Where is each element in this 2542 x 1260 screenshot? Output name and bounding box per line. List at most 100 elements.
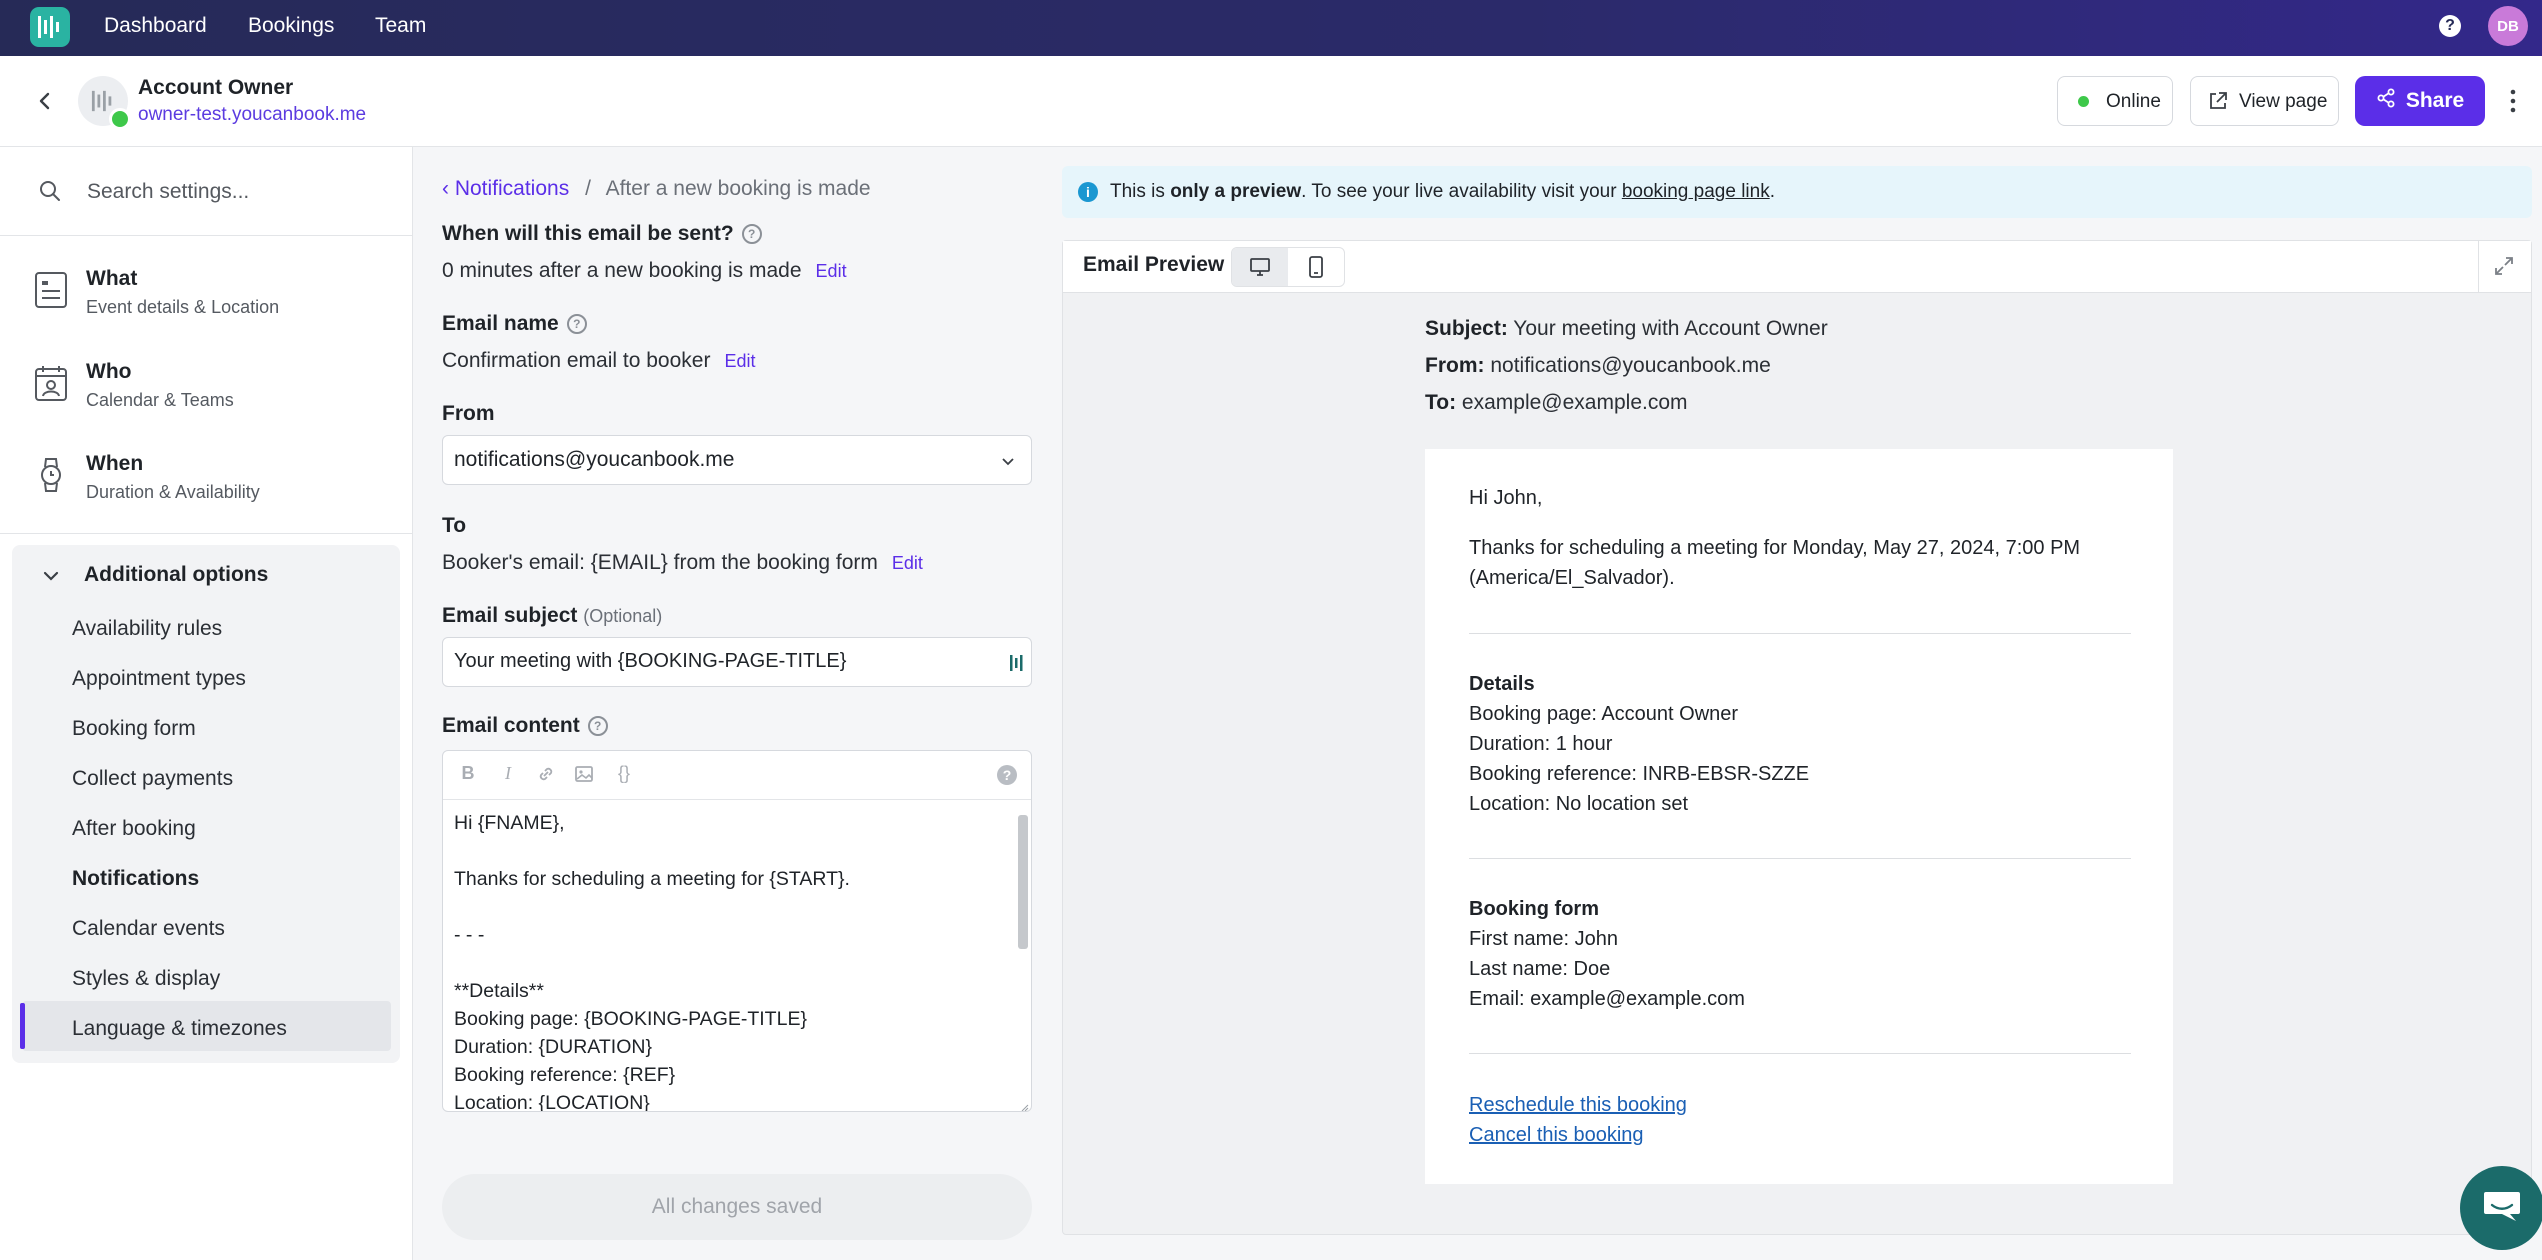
user-avatar[interactable]: DB <box>2488 6 2528 46</box>
resize-handle-icon[interactable] <box>1019 1099 1029 1111</box>
email-name-value-text: Confirmation email to booker <box>442 349 711 372</box>
share-icon <box>2376 88 2396 114</box>
email-subject-label: Email subject (Optional) <box>442 604 662 628</box>
email-subject-label-text: Email subject <box>442 604 578 627</box>
share-button[interactable]: Share <box>2355 76 2485 126</box>
chevron-down-icon <box>999 452 1017 475</box>
email-form-line: First name: John <box>1469 928 1618 950</box>
preview-to: To: example@example.com <box>1425 391 1688 415</box>
search-settings-input[interactable] <box>85 173 389 211</box>
image-icon[interactable] <box>573 763 595 785</box>
breadcrumb: ‹ Notifications / After a new booking is… <box>442 177 871 201</box>
account-url-link[interactable]: owner-test.youcanbook.me <box>138 104 366 126</box>
help-circle-icon[interactable]: ? <box>566 314 587 334</box>
mobile-phone-icon <box>1308 256 1324 283</box>
settings-search <box>0 147 412 236</box>
expand-preview-button[interactable] <box>2478 241 2531 292</box>
email-preview-header: Email Preview <box>1063 241 2531 293</box>
sidebar-item-subtitle: Event details & Location <box>86 297 280 317</box>
chat-support-button[interactable] <box>2460 1166 2542 1250</box>
sidebar-item-who[interactable]: Who Calendar & Teams <box>0 340 412 432</box>
sidebar-item-appointment-types[interactable]: Appointment types <box>72 667 246 691</box>
mobile-view-button[interactable] <box>1289 248 1344 286</box>
from-select-value: notifications@youcanbook.me <box>454 448 735 471</box>
editor-help-icon[interactable]: ? <box>997 765 1017 785</box>
link-icon[interactable] <box>535 763 557 785</box>
italic-icon[interactable]: I <box>497 763 519 785</box>
email-divider <box>1469 858 2131 859</box>
preview-from: From: notifications@youcanbook.me <box>1425 354 1771 378</box>
nav-team[interactable]: Team <box>375 14 426 38</box>
sidebar-item-availability-rules[interactable]: Availability rules <box>72 617 222 641</box>
share-label: Share <box>2405 89 2465 112</box>
sidebar-item-styles-display[interactable]: Styles & display <box>72 967 220 991</box>
edit-when-link[interactable]: Edit <box>816 261 847 281</box>
info-icon: i <box>1078 182 1098 202</box>
sidebar-item-after-booking[interactable]: After booking <box>72 817 196 841</box>
additional-options-toggle[interactable]: Additional options <box>84 563 268 587</box>
edit-email-name-link[interactable]: Edit <box>724 351 755 371</box>
email-body-card: Hi John, Thanks for scheduling a meeting… <box>1425 449 2173 1184</box>
edit-to-link[interactable]: Edit <box>892 553 923 573</box>
account-header: Account Owner owner-test.youcanbook.me O… <box>0 56 2542 147</box>
sidebar-item-language-timezones[interactable]: Language & timezones <box>72 1017 287 1041</box>
view-page-button[interactable]: View page <box>2190 76 2339 126</box>
sidebar-divider <box>0 533 412 534</box>
email-subject-input[interactable]: Your meeting with {BOOKING-PAGE-TITLE} <box>442 637 1032 687</box>
sidebar-item-when[interactable]: When Duration & Availability <box>0 432 412 524</box>
sidebar-item-collect-payments[interactable]: Collect payments <box>72 767 233 791</box>
more-menu-icon[interactable] <box>2508 84 2518 118</box>
cancel-booking-link[interactable]: Cancel this booking <box>1469 1124 1644 1147</box>
device-toggle <box>1231 247 1345 287</box>
preview-subject-value: Your meeting with Account Owner <box>1507 317 1828 340</box>
email-preview-panel: Email Preview Subject: Your meeting with… <box>1062 240 2532 1235</box>
email-form-line: Email: example@example.com <box>1469 988 1745 1010</box>
reschedule-booking-link[interactable]: Reschedule this booking <box>1469 1094 1687 1117</box>
help-icon[interactable]: ? <box>2439 15 2461 37</box>
email-detail-line: Booking reference: INRB-EBSR-SZZE <box>1469 763 1810 785</box>
email-subject-value: Your meeting with {BOOKING-PAGE-TITLE} <box>454 650 847 672</box>
from-select[interactable]: notifications@youcanbook.me <box>442 435 1032 485</box>
online-status-dot <box>109 108 131 130</box>
email-details-title: Details <box>1469 673 1535 695</box>
search-icon <box>38 179 62 208</box>
booking-page-link[interactable]: booking page link <box>1622 181 1770 202</box>
email-content-text[interactable]: Hi {FNAME}, Thanks for scheduling a meet… <box>454 809 1004 1111</box>
back-arrow-icon[interactable] <box>30 86 60 116</box>
preview-from-value: notifications@youcanbook.me <box>1484 354 1771 377</box>
app-logo-icon[interactable] <box>30 7 70 47</box>
sidebar-item-booking-form[interactable]: Booking form <box>72 717 196 741</box>
preview-subject: Subject: Your meeting with Account Owner <box>1425 317 1828 341</box>
chevron-left-icon: ‹ <box>442 177 455 200</box>
sidebar-item-subtitle: Duration & Availability <box>86 482 260 502</box>
breadcrumb-parent: Notifications <box>454 177 570 200</box>
chevron-down-icon[interactable] <box>40 565 62 592</box>
when-sent-value-text: 0 minutes after a new booking is made <box>442 259 802 282</box>
online-dot-icon <box>2078 96 2089 107</box>
settings-sidebar: What Event details & Location Who Calend… <box>0 147 413 1260</box>
help-circle-icon[interactable]: ? <box>741 224 762 244</box>
all-changes-saved-button[interactable]: All changes saved <box>442 1174 1032 1240</box>
when-sent-label: When will this email be sent?? <box>442 222 762 246</box>
insert-variable-icon[interactable] <box>1009 654 1025 672</box>
sidebar-item-notifications[interactable]: Notifications <box>72 867 199 891</box>
nav-dashboard[interactable]: Dashboard <box>104 14 207 38</box>
sidebar-item-calendar-events[interactable]: Calendar events <box>72 917 225 941</box>
variable-braces-icon[interactable]: {} <box>613 763 635 785</box>
email-booking-form-title: Booking form <box>1469 898 1599 920</box>
chat-bubble-icon <box>2482 1188 2522 1229</box>
email-name-label: Email name? <box>442 312 587 336</box>
preview-subject-key: Subject: <box>1425 317 1508 340</box>
sidebar-item-title: Who <box>86 360 132 383</box>
editor-scrollbar-thumb[interactable] <box>1018 815 1028 949</box>
help-circle-icon[interactable]: ? <box>587 716 608 736</box>
online-status-button[interactable]: Online <box>2057 76 2173 126</box>
desktop-view-button[interactable] <box>1232 248 1288 286</box>
top-navigation-bar: Dashboard Bookings Team ? DB <box>0 0 2542 56</box>
sidebar-item-what[interactable]: What Event details & Location <box>0 247 412 339</box>
bold-icon[interactable]: B <box>457 763 479 785</box>
email-content-editor[interactable]: B I {} ? Hi {FNAME}, Thanks for scheduli… <box>442 750 1032 1112</box>
breadcrumb-back-link[interactable]: ‹ Notifications <box>442 177 575 200</box>
nav-bookings[interactable]: Bookings <box>248 14 334 38</box>
email-detail-line: Booking page: Account Owner <box>1469 703 1739 725</box>
